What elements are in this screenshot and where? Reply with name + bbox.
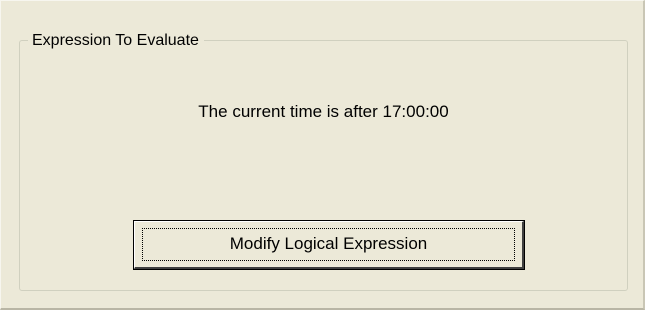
button-label: Modify Logical Expression — [229, 234, 428, 253]
groupbox-title: Expression To Evaluate — [28, 32, 204, 50]
dialog-panel: Expression To Evaluate The current time … — [0, 0, 645, 310]
modify-logical-expression-button[interactable]: Modify Logical Expression — [133, 220, 525, 270]
expression-description: The current time is after 17:00:00 — [198, 102, 449, 121]
